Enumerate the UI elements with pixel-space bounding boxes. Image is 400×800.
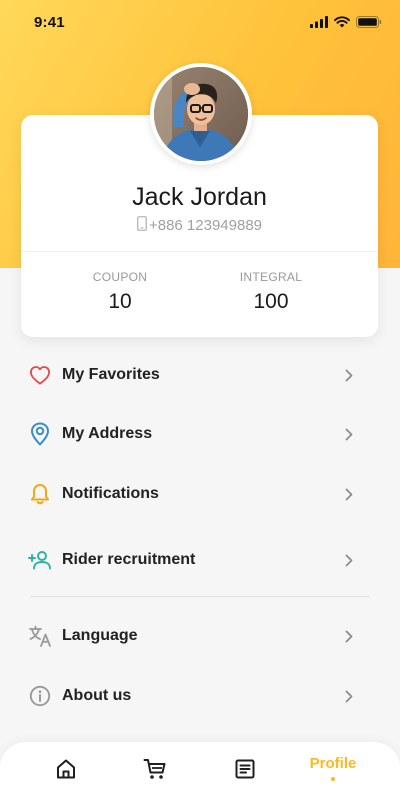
integral-stat[interactable]: INTEGRAL 100 xyxy=(211,270,331,314)
profile-phone: +886 123949889 xyxy=(148,217,263,234)
nav-profile[interactable]: Profile xyxy=(298,742,368,800)
menu-divider xyxy=(30,596,370,597)
home-icon xyxy=(55,758,77,785)
heart-icon xyxy=(28,363,52,387)
coupon-value: 10 xyxy=(108,290,132,313)
info-icon xyxy=(28,684,52,708)
chevron-right-icon xyxy=(341,367,357,383)
signal-icon xyxy=(310,16,328,28)
active-indicator-dot xyxy=(331,777,335,781)
menu-item-rider-recruitment[interactable]: Rider recruitment xyxy=(0,535,400,585)
coupon-label: COUPON xyxy=(92,270,148,284)
orders-icon xyxy=(234,758,256,785)
menu-label-about: About us xyxy=(62,687,132,704)
bottom-nav: Profile xyxy=(0,742,400,800)
menu-item-favorites[interactable]: My Favorites xyxy=(0,350,400,400)
status-bar: 9:41 xyxy=(0,0,400,44)
location-pin-icon xyxy=(28,422,52,446)
chevron-right-icon xyxy=(341,552,357,568)
nav-home[interactable] xyxy=(31,742,101,800)
nav-orders[interactable] xyxy=(210,742,280,800)
menu-label-notifications: Notifications xyxy=(62,485,159,502)
chevron-right-icon xyxy=(341,426,357,442)
wifi-icon xyxy=(334,16,350,28)
menu-item-language[interactable]: Language xyxy=(0,611,400,661)
menu-item-notifications[interactable]: Notifications xyxy=(0,469,400,519)
nav-profile-label: Profile xyxy=(309,755,357,772)
chevron-right-icon xyxy=(341,486,357,502)
phone-icon xyxy=(137,216,147,235)
menu-label-favorites: My Favorites xyxy=(62,366,160,383)
chevron-right-icon xyxy=(341,688,357,704)
menu-label-rider-recruitment: Rider recruitment xyxy=(62,551,196,568)
profile-name: Jack Jordan xyxy=(132,183,267,211)
status-time: 9:41 xyxy=(34,13,65,31)
avatar[interactable] xyxy=(150,63,252,165)
integral-label: INTEGRAL xyxy=(239,270,303,284)
bell-icon xyxy=(28,482,52,506)
cart-icon xyxy=(143,758,167,785)
chevron-right-icon xyxy=(341,628,357,644)
avatar-photo xyxy=(154,67,248,161)
card-divider xyxy=(21,251,378,252)
status-icons xyxy=(310,16,382,28)
coupon-stat[interactable]: COUPON 10 xyxy=(60,270,180,314)
menu-item-about[interactable]: About us xyxy=(0,671,400,721)
battery-icon xyxy=(356,16,382,28)
add-person-icon xyxy=(28,548,52,572)
menu-item-address[interactable]: My Address xyxy=(0,409,400,459)
menu-label-language: Language xyxy=(62,627,138,644)
translate-icon xyxy=(28,624,52,648)
menu-label-address: My Address xyxy=(62,425,153,442)
nav-cart[interactable] xyxy=(120,742,190,800)
integral-value: 100 xyxy=(253,290,289,313)
profile-phone-row: +886 123949889 xyxy=(21,216,378,235)
